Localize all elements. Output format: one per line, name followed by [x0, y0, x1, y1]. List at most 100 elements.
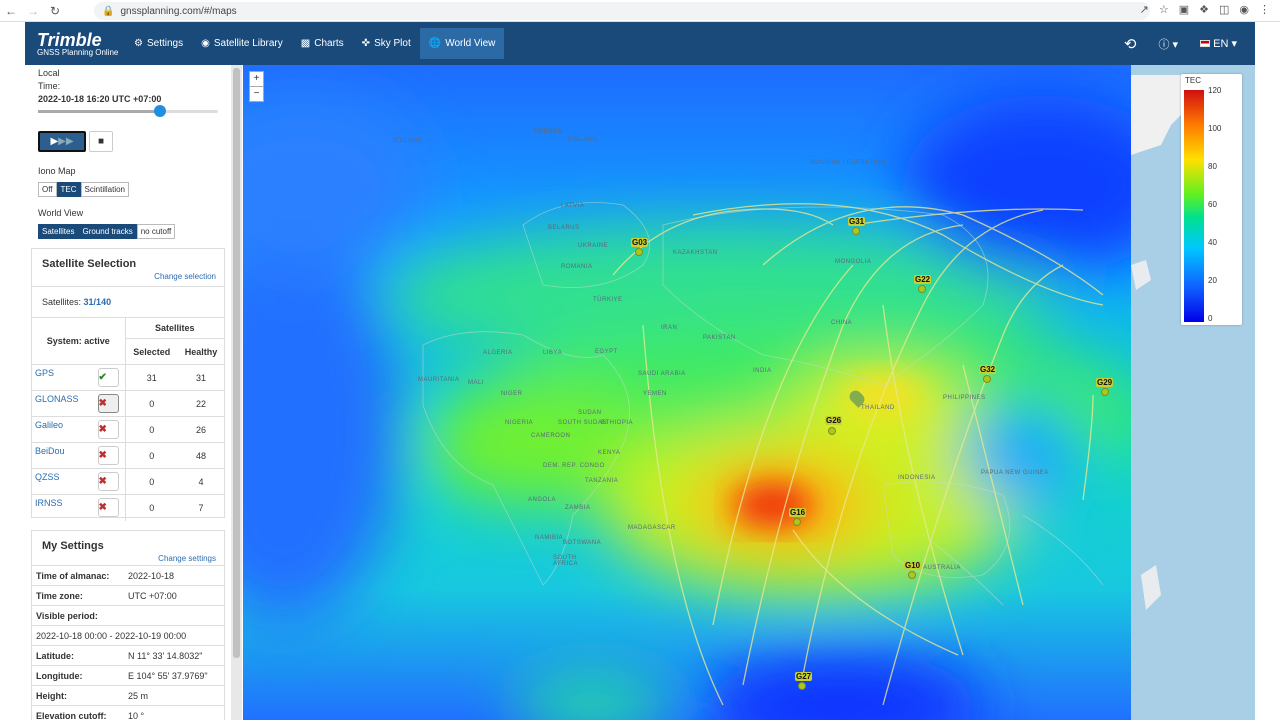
- nav-label: Sky Plot: [374, 38, 411, 49]
- close-icon[interactable]: ✖: [97, 446, 119, 465]
- close-icon[interactable]: ✖: [97, 498, 119, 518]
- system-name-gps[interactable]: GPS: [35, 368, 54, 378]
- country-label: ANGOLA: [528, 497, 557, 503]
- satellite-label[interactable]: G22: [914, 275, 932, 284]
- table-row: Visible period:: [32, 605, 224, 626]
- reload-icon[interactable]: ↻: [44, 4, 66, 18]
- country-label: NAMIBIA: [535, 535, 564, 541]
- zoom-out-button[interactable]: −: [250, 86, 263, 101]
- left-panel: Local Time: 2022-10-18 16:20 UTC +07:00 …: [25, 65, 242, 720]
- satellite-marker[interactable]: [983, 375, 991, 383]
- satellites-option[interactable]: Satellites: [38, 224, 79, 239]
- satellite-label[interactable]: G32: [979, 365, 997, 374]
- nav-label: Charts: [314, 38, 344, 49]
- satellite-label[interactable]: G16: [789, 508, 807, 517]
- time-slider[interactable]: [38, 105, 218, 117]
- country-label: TÜRKIYE: [593, 297, 623, 303]
- map-zoom-control: + −: [249, 71, 264, 102]
- satellite-label[interactable]: G29: [1096, 378, 1114, 387]
- info-dropdown-icon[interactable]: ⓘ ▾: [1159, 36, 1179, 52]
- legend-tick: 80: [1208, 162, 1217, 171]
- system-name-beidou[interactable]: BeiDou: [35, 446, 65, 456]
- country-label: MONGOLIA: [835, 259, 872, 265]
- satellite-label[interactable]: G03: [631, 238, 649, 247]
- menu-dots-icon[interactable]: ⋮: [1259, 3, 1270, 16]
- country-label: SOUTH SUDAN: [558, 420, 608, 426]
- extension-icon[interactable]: ▣: [1179, 3, 1189, 16]
- setting-key: Height:: [32, 685, 124, 706]
- no-cutoff-option[interactable]: no cutoff: [136, 224, 176, 239]
- address-bar[interactable]: 🔒 gnssplanning.com/#/maps: [94, 2, 1150, 20]
- language-select[interactable]: EN ▾: [1200, 37, 1237, 50]
- close-icon[interactable]: ✖: [97, 420, 119, 439]
- satellite-marker[interactable]: [828, 427, 836, 435]
- system-name-irnss[interactable]: IRNSS: [35, 498, 63, 508]
- change-selection-link[interactable]: Change selection: [32, 270, 224, 281]
- check-icon[interactable]: ✔: [97, 368, 119, 387]
- country-label: PAPUA NEW GUINEA: [981, 470, 1049, 476]
- country-label: KENYA: [598, 450, 621, 456]
- satellite-label[interactable]: G10: [904, 561, 922, 570]
- nav-charts[interactable]: ▩ Charts: [292, 28, 353, 59]
- close-icon[interactable]: ✖: [97, 472, 119, 491]
- satellite-marker[interactable]: [1101, 388, 1109, 396]
- selected-count: 0: [125, 494, 179, 521]
- bookmark-star-icon[interactable]: ☆: [1159, 3, 1169, 16]
- legend-tick: 40: [1208, 238, 1217, 247]
- iono-map-title: Iono Map: [38, 166, 76, 176]
- satellite-label[interactable]: G31: [848, 217, 866, 226]
- ground-tracks-option[interactable]: Ground tracks: [78, 224, 137, 239]
- satellite-marker[interactable]: [918, 285, 926, 293]
- setting-key: Visible period:: [32, 605, 124, 626]
- system-name-galileo[interactable]: Galileo: [35, 420, 63, 430]
- nav-satellite-library[interactable]: ◉ Satellite Library: [192, 28, 292, 59]
- country-label: SOUTH AFRICA: [553, 555, 579, 567]
- satellite-marker[interactable]: [908, 571, 916, 579]
- profile-avatar[interactable]: ◉: [1239, 3, 1249, 16]
- iono-tec-option[interactable]: TEC: [56, 182, 81, 197]
- satellite-marker[interactable]: [798, 682, 806, 690]
- tec-heatmap: [243, 65, 1131, 720]
- iono-off-option[interactable]: Off: [38, 182, 57, 197]
- col-healthy: Healthy: [178, 338, 224, 365]
- country-label: CAMEROON: [531, 433, 571, 439]
- time-value: 2022-10-18 16:20 UTC +07:00: [38, 94, 162, 104]
- stop-button[interactable]: ■: [89, 131, 113, 152]
- country-label: UKRAINE: [578, 243, 609, 249]
- setting-value: E 104° 55' 37.9769": [124, 665, 224, 686]
- table-row: Elevation cutoff: 10 °: [32, 705, 224, 720]
- change-settings-link[interactable]: Change settings: [32, 552, 224, 563]
- satellite-label[interactable]: G27: [795, 672, 813, 681]
- country-label: INDIA: [753, 368, 772, 374]
- country-label: MAURITANIA: [418, 377, 460, 383]
- nav-sky-plot[interactable]: ✜ Sky Plot: [353, 28, 420, 59]
- panel-scrollbar-thumb[interactable]: [233, 68, 240, 658]
- slider-knob[interactable]: [154, 105, 166, 117]
- satellite-marker[interactable]: [635, 248, 643, 256]
- setting-value: 2022-10-18: [124, 565, 224, 586]
- satellite-marker[interactable]: [793, 518, 801, 526]
- zoom-in-button[interactable]: +: [250, 72, 263, 86]
- iono-scintillation-option[interactable]: Scintillation: [80, 182, 129, 197]
- share-page-icon[interactable]: ↗: [1140, 3, 1149, 16]
- puzzle-icon[interactable]: ❖: [1199, 3, 1209, 16]
- sidebar-icon[interactable]: ◫: [1219, 3, 1229, 16]
- nav-label: World View: [445, 38, 496, 49]
- count-label: Satellites:: [42, 297, 82, 307]
- satellite-label[interactable]: G26: [825, 416, 843, 425]
- trimble-logo[interactable]: Trimble GNSS Planning Online: [25, 31, 125, 57]
- nav-world-view[interactable]: 🌐 World View: [419, 28, 505, 59]
- selected-count: 31: [125, 364, 179, 391]
- close-icon[interactable]: ✖: [97, 394, 119, 413]
- system-name-glonass[interactable]: GLONASS: [35, 394, 79, 404]
- world-map[interactable]: ICELAND SWEDEN FINLAND RUSSIAN FEDERATIO…: [243, 65, 1131, 720]
- bar-chart-icon: ▩: [300, 38, 311, 49]
- back-icon[interactable]: ←: [0, 4, 22, 18]
- nav-settings[interactable]: ⚙ Settings: [125, 28, 192, 59]
- play-button[interactable]: ▶ ▶▶: [38, 131, 86, 152]
- forward-icon[interactable]: →: [22, 4, 44, 18]
- system-name-qzss[interactable]: QZSS: [35, 472, 60, 482]
- share-icon[interactable]: ⟲: [1124, 35, 1137, 53]
- satellite-marker[interactable]: [852, 227, 860, 235]
- table-row: QZSS ✖ 0 4: [32, 468, 224, 495]
